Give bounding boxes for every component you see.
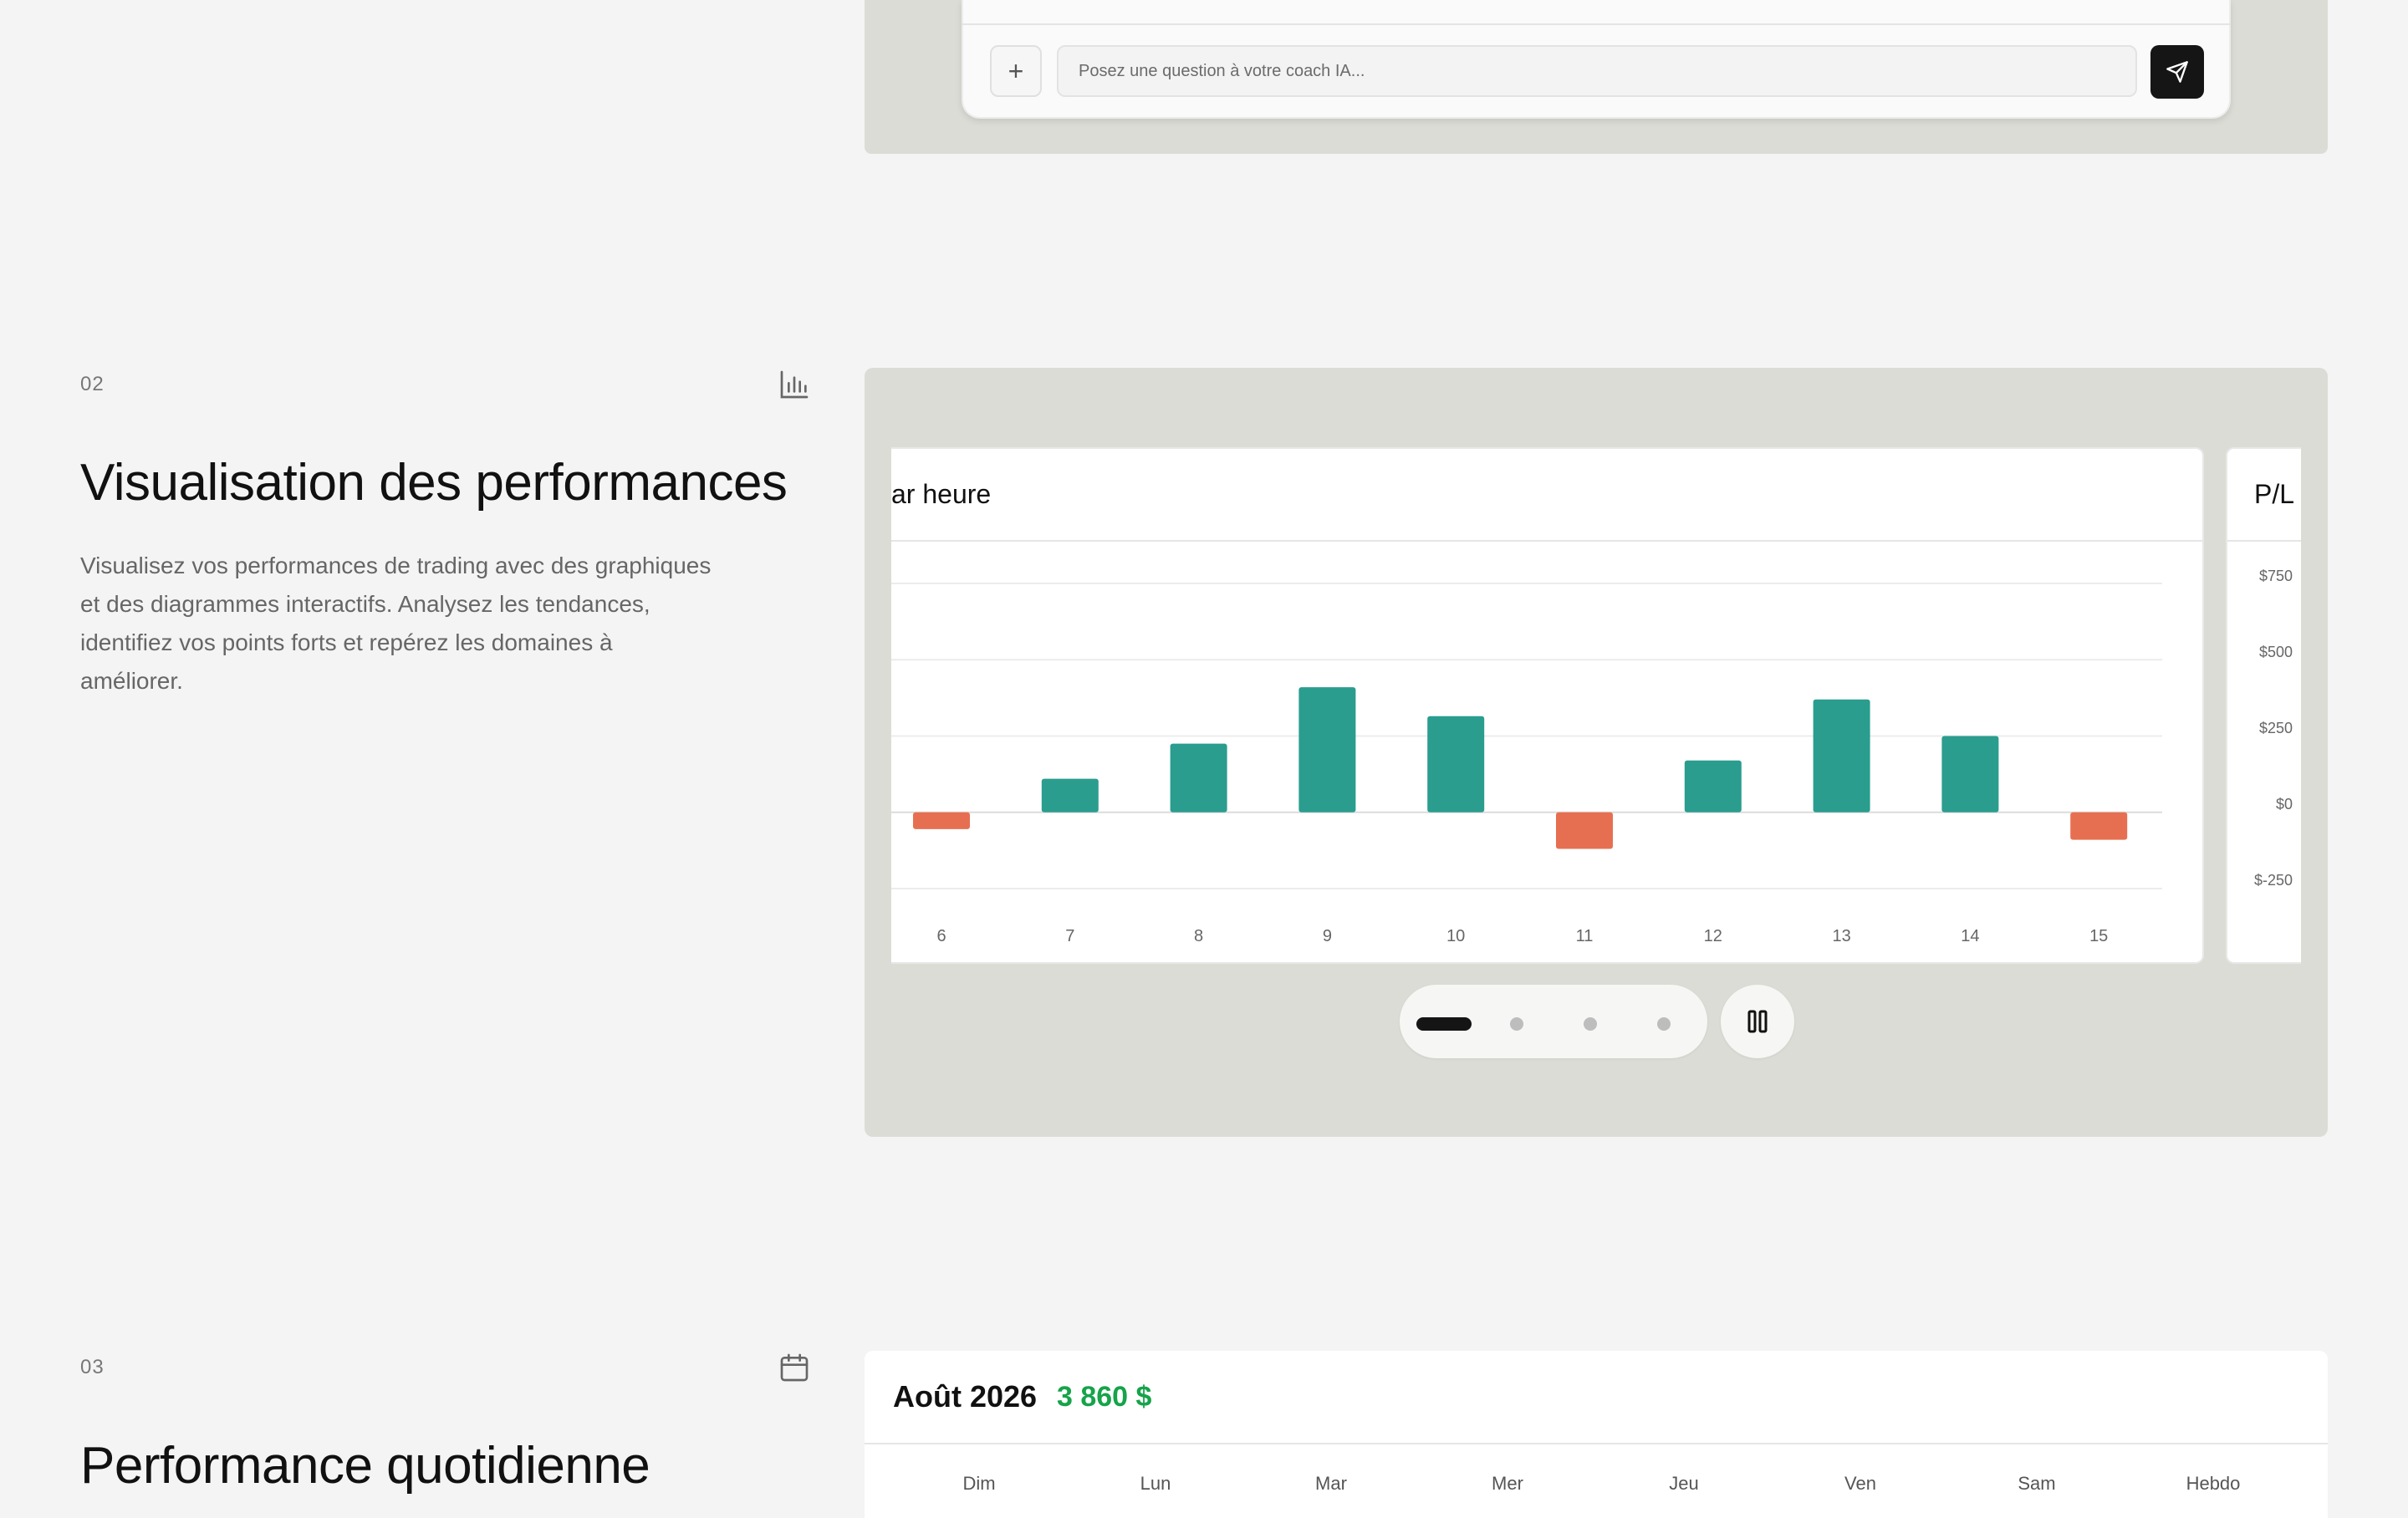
calendar-card: Août 2026 3 860 $ Dim Lun Mar Mer Jeu Ve… <box>865 1351 2328 1518</box>
bar-hour-6[interactable] <box>913 812 970 829</box>
weekday-header: Lun <box>1140 1473 1171 1494</box>
section-number: 02 <box>80 373 105 395</box>
send-icon <box>2166 61 2188 83</box>
x-tick-label: 14 <box>1961 927 1979 945</box>
weekday-header: Dim <box>962 1473 996 1494</box>
plus-icon: + <box>1008 55 1024 86</box>
x-tick-label: 9 <box>1323 927 1332 945</box>
bar-hour-10[interactable] <box>1427 716 1485 812</box>
x-tick-label: 8 <box>1194 927 1203 945</box>
carousel-dot-4[interactable] <box>1657 1017 1671 1031</box>
section-description: Visualisez vos performances de trading a… <box>80 553 712 694</box>
hourly-pnl-chart: 6 7 8 9 10 11 12 13 14 15 <box>891 583 2162 945</box>
attach-button[interactable]: + <box>990 45 1042 97</box>
calendar-month-total: 3 860 $ <box>1057 1381 1152 1413</box>
pause-icon <box>1747 1010 1768 1033</box>
next-chart-title: P/L <box>2254 479 2295 509</box>
section-title: Visualisation des performances <box>80 454 788 512</box>
weekday-header: Mer <box>1492 1473 1523 1494</box>
bar-hour-14[interactable] <box>1941 736 1999 812</box>
y-tick-label: $750 <box>2258 568 2293 584</box>
bar-hour-12[interactable] <box>1684 760 1742 812</box>
carousel-dot-2[interactable] <box>1510 1017 1523 1031</box>
chart-card: ar heure 6 7 8 9 10 11 12 13 14 15 <box>891 447 2204 964</box>
carousel-dot-3[interactable] <box>1584 1017 1597 1031</box>
pause-button[interactable] <box>1721 985 1794 1058</box>
chart-title: ar heure <box>891 479 992 509</box>
x-tick-label: 7 <box>1065 927 1074 945</box>
y-tick-label: $-250 <box>2253 872 2293 889</box>
bar-hour-8[interactable] <box>1170 743 1227 812</box>
x-tick-label: 12 <box>1704 927 1722 945</box>
next-chart-card[interactable]: P/L $750 $500 $250 $0 $-250 <box>2226 447 2301 964</box>
bar-hour-9[interactable] <box>1298 687 1356 812</box>
y-tick-label: $250 <box>2258 720 2293 736</box>
x-tick-label: 13 <box>1832 927 1850 945</box>
y-tick-label: $0 <box>2275 796 2293 812</box>
chart-header: ar heure <box>891 449 2202 542</box>
next-chart-header: P/L <box>2227 449 2301 542</box>
weekday-header: Hebdo <box>2186 1473 2241 1494</box>
bar-hour-15[interactable] <box>2070 812 2128 840</box>
calendar-icon <box>778 1351 811 1384</box>
carousel-indicators <box>1400 985 1707 1058</box>
calendar-header: Août 2026 3 860 $ <box>865 1351 2328 1444</box>
y-tick-label: $500 <box>2258 644 2293 660</box>
bar-hour-13[interactable] <box>1813 699 1870 812</box>
send-button[interactable] <box>2150 45 2204 99</box>
chat-divider <box>962 23 2231 25</box>
section-number: 03 <box>80 1356 105 1378</box>
x-tick-label: 10 <box>1446 927 1465 945</box>
bar-hour-7[interactable] <box>1041 778 1099 812</box>
x-tick-label: 15 <box>2089 927 2108 945</box>
weekday-header: Jeu <box>1669 1473 1699 1494</box>
x-tick-label: 11 <box>1576 927 1594 945</box>
bar-chart-icon <box>778 368 811 401</box>
weekday-header: Ven <box>1844 1473 1876 1494</box>
x-tick-label: 6 <box>936 927 946 945</box>
chat-input[interactable] <box>1057 45 2137 97</box>
calendar-month: Août 2026 <box>893 1379 1038 1414</box>
weekday-header: Sam <box>2018 1473 2056 1494</box>
carousel-dot-1[interactable] <box>1416 1017 1472 1031</box>
weekday-header: Mar <box>1315 1473 1347 1494</box>
section-title: Performance quotidienne <box>80 1437 650 1495</box>
bar-hour-11[interactable] <box>1556 812 1613 849</box>
